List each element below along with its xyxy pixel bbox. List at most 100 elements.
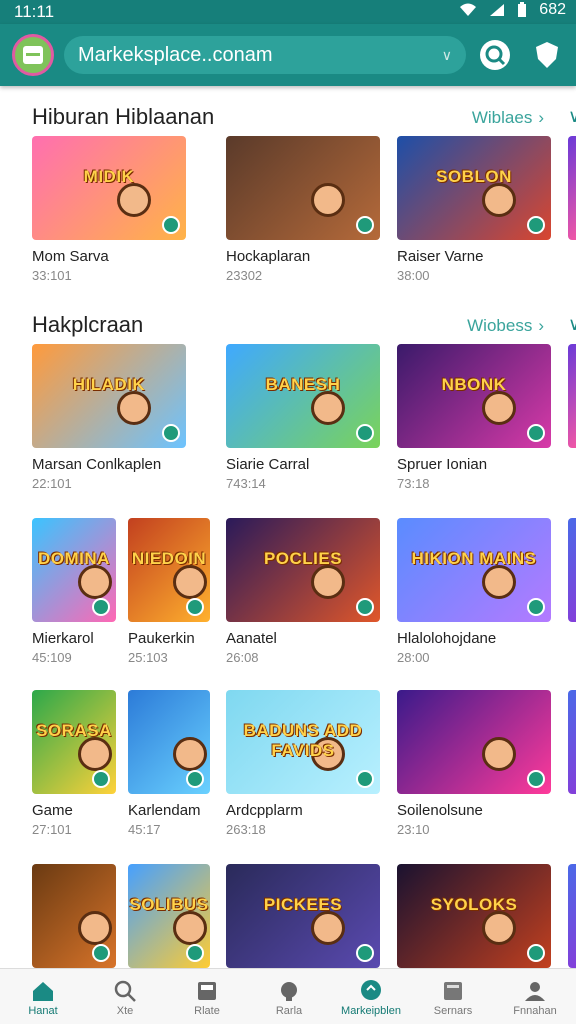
thumbnail-title-art: HIKION MAINS (411, 549, 537, 569)
game-card[interactable]: Karlendam 45:17 (128, 690, 210, 842)
nav-item-label: Rlate (194, 1005, 220, 1017)
game-thumbnail[interactable]: HIKION MAINS (397, 518, 551, 622)
game-badge-icon (527, 770, 545, 788)
nav-item-sernars[interactable]: Sernars (412, 969, 494, 1024)
game-thumbnail[interactable]: BANESH (226, 344, 380, 448)
game-thumbnail[interactable]: BADUNS ADD FAVIDS (226, 690, 380, 794)
game-badge-icon (527, 424, 545, 442)
character-illustration (78, 565, 112, 599)
character-illustration (173, 565, 207, 599)
game-card[interactable]: SORASA Game 27:101 (32, 690, 116, 842)
character-illustration (482, 911, 516, 945)
shield-button[interactable] (530, 38, 564, 72)
game-thumbnail[interactable]: SORASA (32, 690, 116, 794)
thumbnail-title-art: POCLIES (263, 549, 343, 569)
game-card[interactable]: Hockaplaran 23302 (226, 136, 380, 288)
status-bar: 11:11 682 (0, 0, 576, 24)
thumbnail-title-art: SORASA (36, 721, 112, 741)
next-card-peek[interactable] (568, 518, 576, 622)
game-card[interactable]: NIEDOIN Paukerkin 25:103 (128, 518, 210, 670)
game-thumbnail[interactable] (128, 690, 210, 794)
nav-item-xte[interactable]: Xte (84, 969, 166, 1024)
game-badge-icon (92, 770, 110, 788)
thumbnail-title-art: SOBLON (436, 167, 512, 187)
game-badge-icon (356, 770, 374, 788)
game-card[interactable]: SOLIBUS (128, 864, 210, 968)
game-card[interactable] (32, 864, 116, 968)
next-card-peek[interactable] (568, 864, 576, 968)
game-card[interactable]: HILADIK Marsan Conlkaplen 22:101 (32, 344, 186, 496)
game-thumbnail[interactable]: SYOLOKS (397, 864, 551, 968)
thumbnail-title-art: BADUNS ADD FAVIDS (243, 721, 363, 761)
game-thumbnail[interactable]: NIEDOIN (128, 518, 210, 622)
search-button[interactable] (478, 38, 512, 72)
game-thumbnail[interactable]: DOMINA (32, 518, 116, 622)
game-card[interactable]: Soilenolsune 23:10 (397, 690, 551, 842)
game-card[interactable]: BANESH Siarie Carral 743:14 (226, 344, 380, 496)
game-thumbnail[interactable]: NBONK (397, 344, 551, 448)
game-badge-icon (527, 944, 545, 962)
game-card[interactable]: SOBLON Raiser Varne 38:00 (397, 136, 551, 288)
address-text: Markeksplace..conam (78, 43, 273, 66)
marketplace-icon (358, 979, 384, 1003)
game-thumbnail[interactable]: POCLIES (226, 518, 380, 622)
game-thumbnail[interactable]: PICKEES (226, 864, 380, 968)
thumbnail-title-art: PICKEES (263, 895, 343, 915)
address-bar[interactable]: Markeksplace..conam ∨ (64, 36, 466, 74)
thumbnail-title-art: NBONK (441, 375, 507, 395)
nav-item-label: Fnnahan (513, 1005, 557, 1017)
see-all-link[interactable]: Wiblaes › (472, 108, 544, 128)
game-thumbnail[interactable]: HILADIK (32, 344, 186, 448)
game-badge-icon (92, 944, 110, 962)
battery-level: 682 (539, 1, 566, 18)
game-card[interactable]: BADUNS ADD FAVIDS Ardcpplarm 263:18 (226, 690, 380, 842)
app-logo-icon[interactable] (12, 34, 54, 76)
character-illustration (482, 737, 516, 771)
content-area[interactable]: Hiburan Hiblaanan Wiblaes › ∨ MIDIK Mom Sarva… (0, 86, 576, 968)
character-illustration (78, 737, 112, 771)
next-card-peek[interactable] (568, 690, 576, 794)
game-card[interactable]: NBONK Spruer Ionian 73:18 (397, 344, 551, 496)
nav-item-rlate[interactable]: Rlate (166, 969, 248, 1024)
game-card[interactable]: HIKION MAINS Hlalolohojdane 28:00 (397, 518, 551, 670)
game-card[interactable]: POCLIES Aanatel 26:08 (226, 518, 380, 670)
nav-item-label: Xte (116, 1005, 134, 1017)
next-card-peek[interactable] (568, 344, 576, 448)
game-thumbnail[interactable]: MIDIK (32, 136, 186, 240)
game-meta: 743:14 (226, 476, 266, 491)
game-thumbnail[interactable] (226, 136, 380, 240)
scroll-edge-icon: ∨ (568, 314, 576, 334)
game-card[interactable]: DOMINA Mierkarol 45:109 (32, 518, 116, 670)
battery-icon (518, 2, 527, 17)
game-card[interactable]: MIDIK Mom Sarva 33:101 (32, 136, 186, 288)
thumbnail-title-art: HILADIK (72, 375, 146, 395)
game-meta: 23302 (226, 268, 263, 283)
game-badge-icon (92, 598, 110, 616)
game-thumbnail[interactable] (32, 864, 116, 968)
game-card[interactable]: PICKEES (226, 864, 380, 968)
home-icon (30, 979, 56, 1003)
shield-icon (536, 42, 558, 68)
chevron-down-icon[interactable]: ∨ (442, 47, 452, 64)
game-meta: 33:101 (32, 268, 72, 283)
search-icon (480, 40, 510, 70)
game-thumbnail[interactable]: SOBLON (397, 136, 551, 240)
game-thumbnail[interactable]: SOLIBUS (128, 864, 210, 968)
game-meta: 26:08 (226, 650, 259, 665)
game-card[interactable]: SYOLOKS (397, 864, 551, 968)
next-card-peek[interactable] (568, 136, 576, 240)
game-badge-icon (186, 770, 204, 788)
apps-icon (194, 979, 220, 1003)
nav-item-hanat[interactable]: Hanat (2, 969, 84, 1024)
see-all-link[interactable]: Wiobess › (467, 316, 544, 336)
game-meta: 23:10 (397, 822, 430, 837)
game-thumbnail[interactable] (397, 690, 551, 794)
nav-item-rarla[interactable]: Rarla (248, 969, 330, 1024)
section-header: Hiburan Hiblaanan Wiblaes › ∨ (0, 104, 576, 136)
character-illustration (311, 911, 345, 945)
nav-item-label: Rarla (275, 1005, 303, 1017)
nav-item-markeipblen[interactable]: Markeipblen (330, 969, 412, 1024)
search-icon (112, 979, 138, 1003)
game-badge-icon (356, 598, 374, 616)
nav-item-fnnahan[interactable]: Fnnahan (494, 969, 576, 1024)
